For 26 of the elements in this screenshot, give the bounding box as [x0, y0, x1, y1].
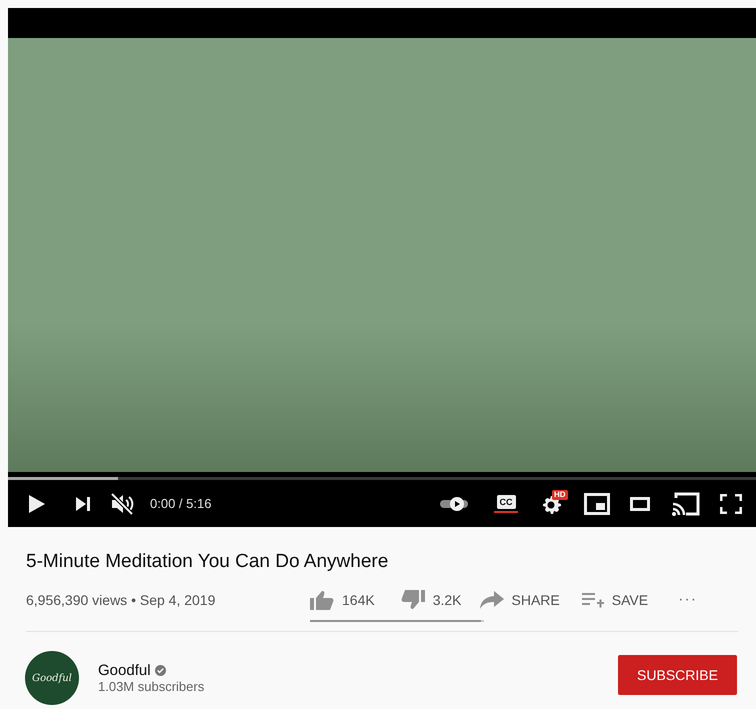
thumbs-up-icon: [310, 590, 334, 610]
share-arrow-icon: [480, 591, 504, 609]
channel-name[interactable]: Goodful: [98, 662, 151, 679]
dislike-button[interactable]: 3.2K: [400, 590, 462, 610]
channel-avatar[interactable]: Goodful: [25, 651, 79, 705]
save-button[interactable]: SAVE: [582, 592, 648, 608]
more-button[interactable]: ···: [678, 591, 698, 609]
cast-icon[interactable]: [672, 492, 700, 516]
muted-speaker-icon[interactable]: [110, 492, 134, 514]
theater-mode-icon[interactable]: [630, 496, 650, 510]
share-button[interactable]: SHARE: [480, 591, 560, 609]
view-count-and-date: 6,956,390 views • Sep 4, 2019: [26, 592, 216, 608]
play-icon[interactable]: [28, 494, 46, 514]
captions-button[interactable]: CC: [496, 494, 516, 508]
subscribe-button[interactable]: SUBSCRIBE: [618, 655, 737, 695]
subscriber-count: 1.03M subscribers: [98, 679, 206, 694]
fullscreen-icon[interactable]: [720, 494, 742, 514]
thumbs-down-icon: [400, 590, 425, 610]
time-display: 0:00 / 5:16: [150, 496, 212, 511]
video-title: 5-Minute Meditation You Can Do Anywhere: [25, 550, 390, 573]
skip-next-icon[interactable]: [76, 496, 90, 510]
add-to-playlist-icon: [582, 592, 604, 608]
miniplayer-icon[interactable]: [584, 492, 610, 514]
like-button[interactable]: 164K: [310, 590, 375, 610]
progress-bar[interactable]: [8, 477, 756, 480]
hd-badge: HD: [552, 490, 568, 500]
